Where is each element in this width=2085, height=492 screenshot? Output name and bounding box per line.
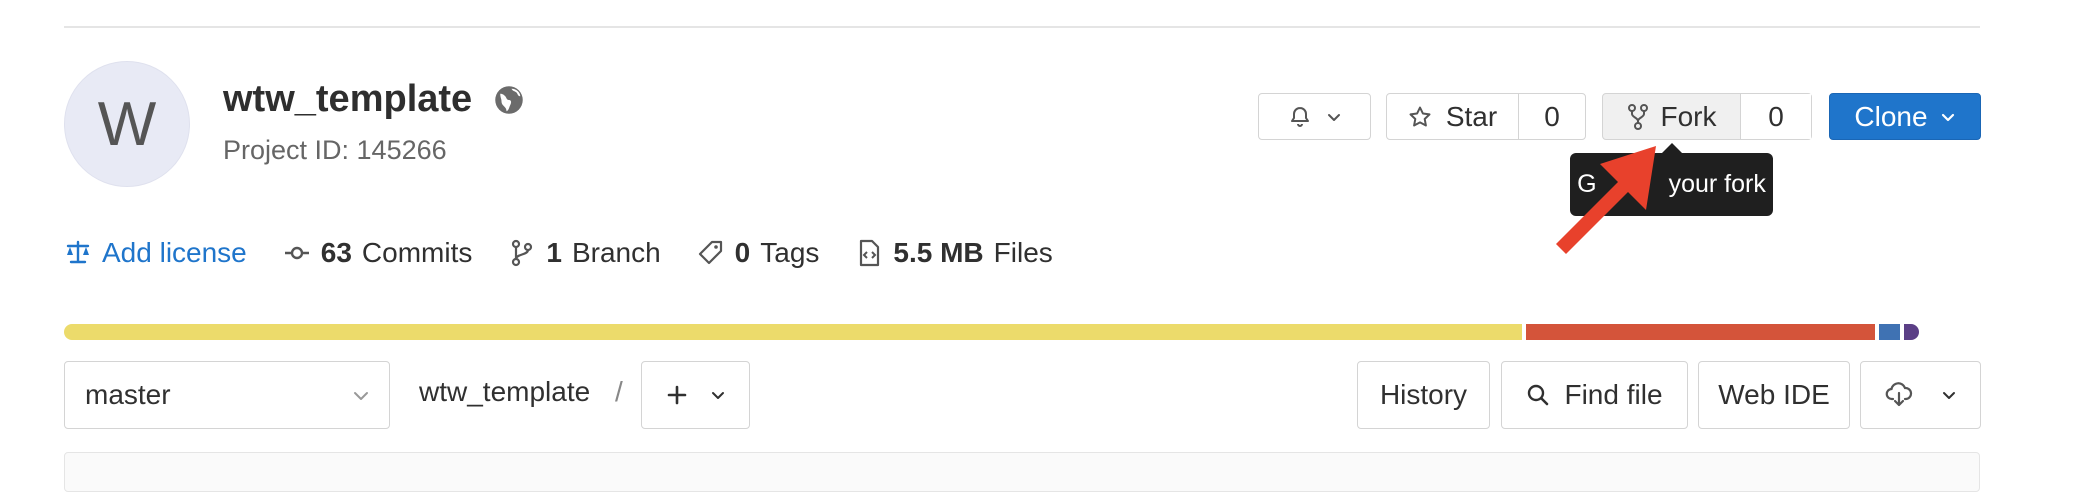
file-icon xyxy=(860,239,880,267)
add-license-label: Add license xyxy=(102,237,247,268)
breadcrumb-separator: / xyxy=(615,376,623,407)
fork-count-value: 0 xyxy=(1768,100,1784,132)
star-label: Star xyxy=(1445,100,1498,132)
bell-icon xyxy=(1290,106,1309,127)
tag-icon xyxy=(698,240,722,265)
breadcrumb-root[interactable]: wtw_template xyxy=(419,376,590,408)
branch-label: Branch xyxy=(571,237,661,268)
search-icon xyxy=(1528,384,1549,406)
project-stats: Add license 63 Commits 1 Branch 0 Tags 5… xyxy=(64,234,1089,272)
top-divider xyxy=(64,26,1980,28)
commits-link[interactable]: 63 Commits xyxy=(283,237,473,269)
branch-name: master xyxy=(85,379,171,410)
web-ide-button[interactable]: Web IDE xyxy=(1698,361,1850,429)
branch-dropdown[interactable]: master xyxy=(64,361,390,429)
cloud-download-icon xyxy=(1885,382,1912,407)
chevron-down-icon xyxy=(711,392,724,399)
chevron-down-icon xyxy=(1941,113,1954,121)
project-avatar: W xyxy=(64,61,190,187)
project-name[interactable]: wtw_template xyxy=(223,78,472,121)
scale-icon xyxy=(66,240,90,264)
file-tree-container xyxy=(64,452,1980,492)
annotation-arrow-icon xyxy=(1556,146,1656,254)
tooltip-text-end: your fork xyxy=(1668,170,1766,198)
files-size: 5.5 MB xyxy=(893,237,984,268)
clone-dropdown-button[interactable]: Clone xyxy=(1829,93,1981,140)
files-link[interactable]: 5.5 MB Files xyxy=(855,237,1053,269)
avatar-letter: W xyxy=(97,89,157,159)
find-file-label: Find file xyxy=(1564,379,1663,410)
star-icon xyxy=(1409,106,1431,126)
star-button[interactable]: Star xyxy=(1387,94,1518,139)
language-segment[interactable] xyxy=(1526,324,1875,340)
add-license-link[interactable]: Add license xyxy=(64,237,247,269)
language-bar[interactable] xyxy=(64,324,1980,340)
project-id: Project ID: 145266 xyxy=(223,135,447,165)
files-label: Files xyxy=(993,237,1053,268)
commits-label: Commits xyxy=(361,237,473,268)
web-ide-label: Web IDE xyxy=(1718,379,1830,410)
download-dropdown[interactable] xyxy=(1860,361,1981,429)
chevron-down-icon xyxy=(354,392,368,400)
commit-icon xyxy=(284,246,309,260)
project-title: wtw_template xyxy=(223,78,524,121)
branch-icon xyxy=(512,239,533,267)
branches-link[interactable]: 1 Branch xyxy=(508,237,661,269)
chevron-down-icon xyxy=(1327,113,1340,121)
globe-icon xyxy=(495,85,523,114)
fork-icon xyxy=(1627,103,1648,130)
tags-count: 0 xyxy=(734,237,751,268)
history-button[interactable]: History xyxy=(1357,361,1490,429)
find-file-button[interactable]: Find file xyxy=(1501,361,1688,429)
clone-label: Clone xyxy=(1854,100,1928,132)
tags-label: Tags xyxy=(760,237,820,268)
chevron-down-icon xyxy=(1942,392,1955,399)
language-segment[interactable] xyxy=(1879,324,1900,340)
branch-count: 1 xyxy=(546,237,562,268)
plus-icon xyxy=(667,385,686,405)
history-label: History xyxy=(1379,379,1468,410)
language-segment[interactable] xyxy=(1904,324,1919,340)
commits-count: 63 xyxy=(320,237,352,268)
tags-link[interactable]: 0 Tags xyxy=(697,237,820,269)
add-file-dropdown[interactable] xyxy=(641,361,750,429)
notification-dropdown[interactable] xyxy=(1258,93,1371,140)
language-segment[interactable] xyxy=(64,324,1522,340)
fork-count[interactable]: 0 xyxy=(1741,94,1811,139)
